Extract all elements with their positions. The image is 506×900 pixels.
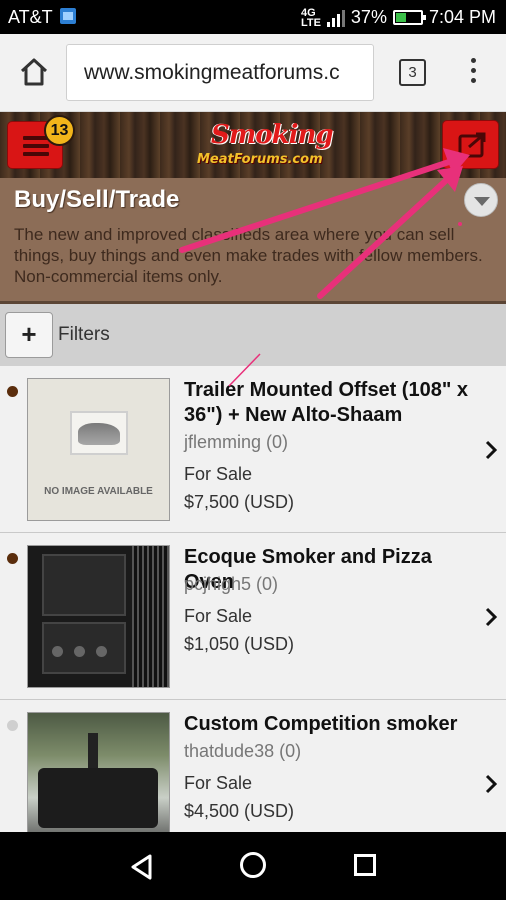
filters-label[interactable]: Filters [58, 324, 110, 346]
read-dot-icon [7, 720, 18, 731]
unread-dot-icon [7, 553, 18, 564]
chevron-right-icon[interactable] [484, 607, 498, 627]
listing-item[interactable]: Custom Competition smoker thatdude38 (0)… [0, 700, 506, 832]
listing-type: For Sale [184, 464, 253, 484]
url-text: www.smokingmeatforums.c [84, 61, 340, 84]
site-header: Smoking MeatForums.com [0, 112, 506, 178]
chevron-right-icon[interactable] [484, 774, 498, 794]
clock: 7:04 PM [428, 7, 496, 27]
listing-title[interactable]: Custom Competition smoker [184, 712, 480, 737]
listing-price: $4,500 (USD) [184, 801, 295, 821]
listing-type: For Sale [184, 773, 253, 793]
back-icon[interactable] [130, 854, 154, 880]
listing-price: $1,050 (USD) [184, 634, 295, 654]
overflow-menu-icon[interactable] [467, 58, 479, 88]
listing-seller[interactable]: jflemming (0) [184, 432, 288, 453]
status-bar: AT&T 4G LTE 37% 7:04 PM [0, 0, 506, 34]
category-title: Buy/Sell/Trade [14, 186, 180, 213]
tab-switcher-button[interactable]: 3 [399, 59, 426, 86]
site-logo[interactable]: Smoking MeatForums.com [193, 118, 334, 174]
filters-bar: + Filters [0, 304, 506, 366]
chevron-right-icon[interactable] [484, 440, 498, 460]
listing-title[interactable]: Trailer Mounted Offset (108" x 36") + Ne… [184, 378, 480, 428]
listing-thumbnail[interactable] [27, 545, 170, 688]
home-circle-icon[interactable] [240, 852, 266, 878]
network-type-icon: 4G LTE [300, 6, 321, 29]
carrier-label: AT&T [8, 7, 53, 27]
listing-thumbnail[interactable]: NO IMAGE AVAILABLE [27, 378, 170, 521]
battery-percent: 37% [350, 7, 387, 27]
notification-count-badge: 13 [44, 115, 75, 146]
listing-item[interactable]: NO IMAGE AVAILABLE Trailer Mounted Offse… [0, 366, 506, 533]
collapse-banner-icon[interactable] [464, 183, 498, 217]
share-icon [458, 132, 486, 158]
add-filter-button[interactable]: + [5, 312, 53, 358]
gallery-notification-icon [60, 8, 76, 24]
no-image-caption: NO IMAGE AVAILABLE [44, 486, 153, 497]
image-placeholder-icon [70, 411, 128, 455]
browser-toolbar: www.smokingmeatforums.c 3 [0, 34, 506, 112]
listing-item[interactable]: Ecoque Smoker and Pizza Oven pcjhigh5 (0… [0, 533, 506, 700]
signal-icon [326, 9, 345, 27]
category-description: The new and improved classifieds area wh… [14, 225, 483, 286]
listing-price: $7,500 (USD) [184, 492, 295, 512]
unread-dot-icon [7, 386, 18, 397]
category-banner: Buy/Sell/Trade The new and improved clas… [0, 178, 506, 304]
listing-seller[interactable]: pcjhigh5 (0) [184, 574, 278, 595]
share-button[interactable] [442, 120, 499, 169]
home-icon[interactable] [18, 56, 50, 88]
listing-list: NO IMAGE AVAILABLE Trailer Mounted Offse… [0, 366, 506, 832]
recent-apps-icon[interactable] [354, 854, 376, 876]
listing-type: For Sale [184, 606, 253, 626]
system-nav-bar [0, 832, 506, 900]
logo-line2: MeatForums.com [197, 152, 323, 167]
url-bar[interactable]: www.smokingmeatforums.c [66, 44, 374, 101]
battery-icon [392, 10, 426, 25]
listing-seller[interactable]: thatdude38 (0) [184, 741, 301, 762]
listing-thumbnail[interactable] [27, 712, 170, 832]
logo-line1: Smoking [211, 120, 334, 150]
status-right: 4G LTE 37% 7:04 PM [301, 7, 496, 28]
